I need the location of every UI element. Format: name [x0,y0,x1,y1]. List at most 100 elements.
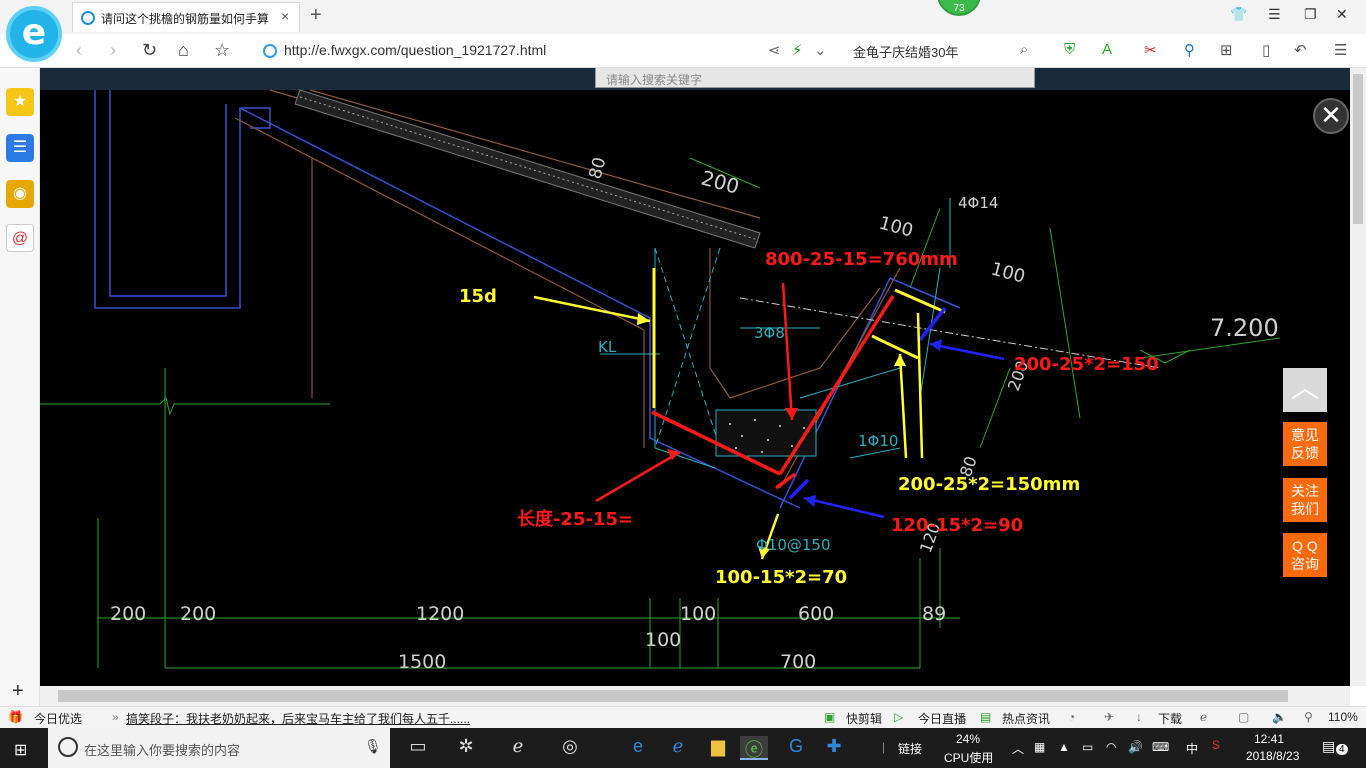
taskbar-search[interactable]: 在这里输入你要搜索的内容 🎙 [48,728,390,768]
fan-app-icon[interactable]: ✲ [452,736,480,760]
undo-icon[interactable]: ↶ [1294,41,1307,59]
url-field[interactable]: http://e.fwxgx.com/question_1921727.html [284,42,546,58]
vertical-scroll-thumb[interactable] [1353,74,1363,224]
new-tab-button[interactable]: + [310,4,322,27]
window-close-button[interactable]: ✕ [1336,6,1348,23]
zoom-icon[interactable]: ⚲ [1304,710,1313,724]
download-icon: ↓ [1136,710,1142,724]
follow-us-button[interactable]: 关注 我们 [1283,478,1327,522]
browser-taskbar-icon[interactable]: ⓔ [740,736,768,760]
action-center-icon[interactable]: ▤ [1322,738,1335,755]
menu-icon[interactable]: ☰ [1268,6,1281,23]
volume-icon[interactable]: 🔈 [1272,710,1287,724]
show-hidden-icon[interactable]: ︿ [1012,740,1024,757]
apps-icon[interactable]: ⊞ [1220,41,1233,59]
search-icon[interactable]: ⌕ [1020,41,1028,58]
label-kl: KL [598,338,617,356]
tray-divider-icon: | [882,740,886,754]
edge-legacy-icon[interactable]: ℯ [504,736,532,760]
clock-time[interactable]: 12:41 [1254,732,1284,746]
feedback-button[interactable]: 意见 反馈 [1283,422,1327,466]
image-viewer: 请输入搜索关键字 200 80 100 100 4Φ14 7.200 200 8… [40,68,1350,686]
viewer-close-button[interactable]: ✕ [1313,98,1349,134]
bell-icon[interactable]: ▲ [1058,740,1070,754]
shield-icon[interactable]: ⛨ [1064,41,1075,58]
link-label[interactable]: 链接 [898,740,922,757]
magnifier-icon[interactable]: ⚲ [1184,41,1195,59]
ie-mode-icon[interactable]: ℯ [1200,710,1207,724]
dim-89: 89 [922,603,946,625]
today-pick-link[interactable]: 今日优选 [34,710,82,727]
translate-icon[interactable]: A [1102,41,1112,58]
label-3phi8: 3Φ8 [754,324,785,342]
notification-count: 4 [1336,744,1348,755]
wifi-icon[interactable]: ◠ [1106,740,1116,754]
sogou-icon[interactable]: S [1212,738,1220,752]
phone-icon[interactable]: ▯ [1262,41,1270,59]
main-menu-icon[interactable]: ☰ [1334,41,1347,59]
cad-drawing: 200 80 100 100 4Φ14 7.200 200 80 120 KL … [40,89,1281,673]
pin-icon[interactable]: ✈ [1104,710,1114,724]
windows-start-icon[interactable]: ⊞ [14,740,27,760]
mail-icon[interactable]: @ [6,224,34,252]
task-view-icon[interactable]: ▭ [404,736,432,760]
chevron-down-icon[interactable]: ⌄ [814,41,827,59]
label-phi10-150: Φ10@150 [756,536,831,554]
cpu-label: CPU使用 [944,751,994,765]
live-icon: ▷ [894,710,904,724]
plus-app-icon[interactable]: ✚ [820,736,848,760]
share-icon[interactable]: ⋖ [768,41,781,59]
notification-badge[interactable]: 73 [937,0,981,16]
speaker-icon[interactable]: 🔊 [1128,740,1143,754]
forward-icon[interactable]: › [110,40,116,61]
refresh-icon[interactable]: ↻ [142,40,157,61]
keyboard-icon[interactable]: ⌨ [1152,740,1169,754]
quick-clip-link[interactable]: 快剪辑 [846,710,882,727]
download-link[interactable]: 下载 [1158,710,1182,727]
zoom-level[interactable]: 110% [1328,710,1358,724]
browser-logo[interactable]: e [6,6,62,62]
site-icon [263,44,277,58]
battery-icon[interactable]: ▭ [1082,740,1093,754]
horizontal-scroll-thumb[interactable] [58,690,1288,702]
add-sidebar-icon[interactable]: + [12,680,24,703]
app-tray-icon[interactable]: ▦ [1034,740,1045,754]
chat-app-icon[interactable]: ◎ [556,736,584,760]
taskbar-search-input[interactable]: 在这里输入你要搜索的内容 [84,740,240,759]
lightning-icon[interactable]: ⚡ [792,41,803,59]
qq-consult-button[interactable]: Q Q 咨询 [1283,533,1327,577]
browser-tab[interactable]: 请问这个挑檐的钢筋量如何手算 × [72,2,300,32]
dim-100-lower: 100 [645,629,681,651]
restore-button[interactable]: ❐ [1304,6,1317,23]
horizontal-scrollbar[interactable] [40,686,1350,706]
home-icon[interactable]: ⌂ [178,40,189,61]
favorites-icon[interactable]: ★ [6,88,34,116]
hot-news-link[interactable]: 热点资讯 [1002,710,1050,727]
edge-icon[interactable]: e [624,736,652,760]
file-explorer-icon[interactable]: ▆ [704,736,732,760]
tab-close-button[interactable]: × [281,8,289,24]
reading-list-icon[interactable]: ☰ [6,134,34,162]
news-link[interactable]: 搞笑段子：我扶老奶奶起来，后来宝马车主给了我们每人五千...... [126,710,470,727]
dim-600: 600 [798,603,834,625]
back-to-top-button[interactable]: ︿ [1283,368,1327,412]
dim-1200: 1200 [416,603,464,625]
weibo-icon[interactable]: ◉ [6,180,34,208]
speed-icon[interactable]: ◔ [1068,710,1075,724]
wall-outline [94,90,961,509]
label-200-top: 200 [699,166,742,199]
search-input[interactable]: 金龟子庆结婚30年 [853,42,958,61]
star-icon[interactable]: ☆ [214,40,230,61]
scissors-icon[interactable]: ✂ [1144,41,1157,59]
ie-icon[interactable]: ℯ [664,736,692,760]
live-link[interactable]: 今日直播 [918,710,966,727]
vertical-scrollbar[interactable] [1350,68,1366,686]
back-icon[interactable]: ‹ [76,40,82,61]
ime-indicator[interactable]: 中 [1186,740,1198,757]
g-app-icon[interactable]: G [782,736,810,760]
microphone-icon[interactable]: 🎙 [364,738,382,755]
shirt-icon[interactable]: 👕 [1230,6,1247,23]
bottom-dimensions: 200 200 1200 100 600 89 100 1500 700 [110,603,946,673]
clock-date[interactable]: 2018/8/23 [1246,749,1299,763]
window-icon[interactable]: ▢ [1238,710,1249,724]
